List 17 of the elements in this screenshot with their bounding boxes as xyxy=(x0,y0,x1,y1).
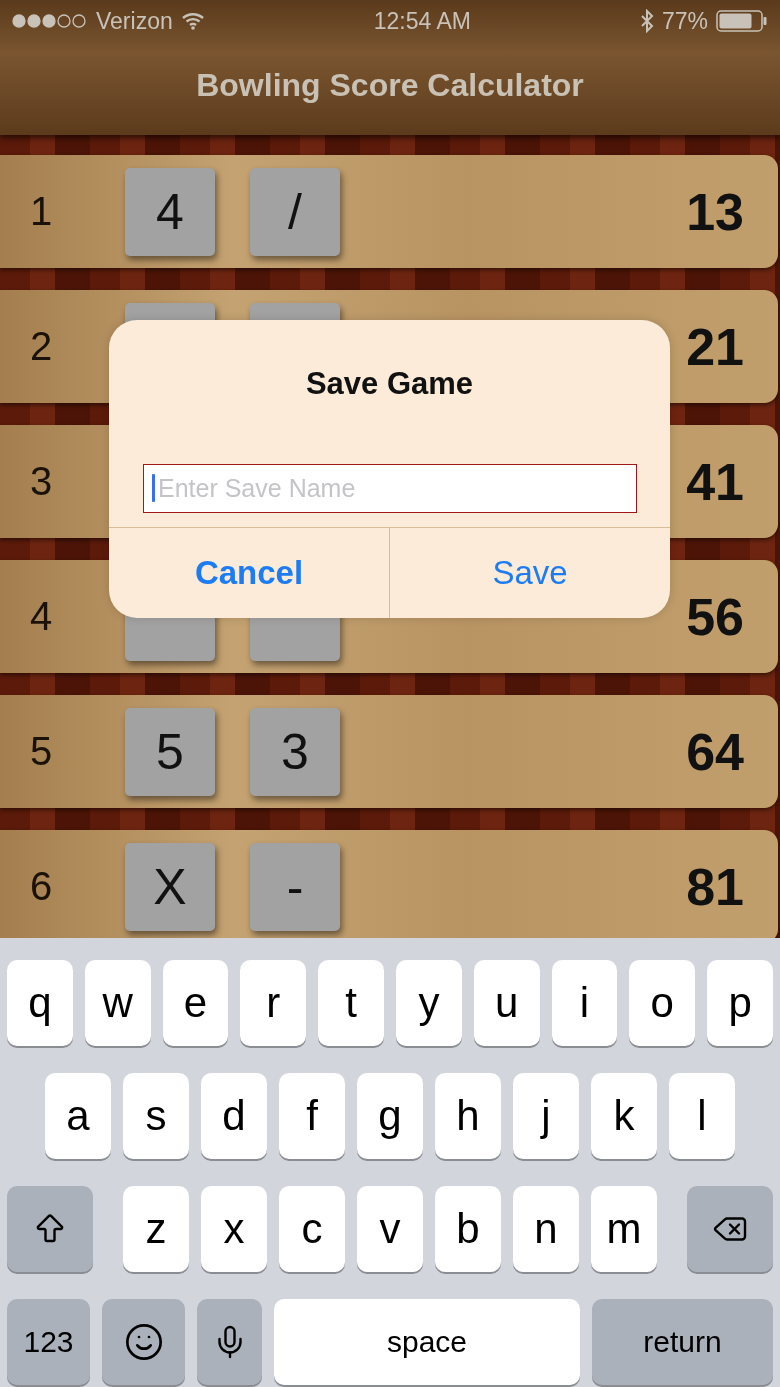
app-title: Bowling Score Calculator xyxy=(196,67,584,104)
status-time: 12:54 AM xyxy=(373,7,471,35)
battery-percent: 77% xyxy=(661,7,708,35)
frame-score: 13 xyxy=(686,181,744,242)
frame-number: 1 xyxy=(30,189,54,234)
frame-score: 41 xyxy=(686,451,744,512)
frame-number: 4 xyxy=(30,594,54,639)
frame-score: 81 xyxy=(686,856,744,917)
dialog-title: Save Game xyxy=(305,366,474,402)
frame-number: 3 xyxy=(30,459,54,504)
frame-score: 56 xyxy=(686,586,744,647)
carrier-name: Verizon xyxy=(96,7,173,35)
frame-number: 5 xyxy=(30,729,54,774)
frame-number: 2 xyxy=(30,324,54,369)
frame-score: 21 xyxy=(686,316,744,377)
frame-score: 64 xyxy=(686,721,744,782)
frame-number: 6 xyxy=(30,864,54,909)
